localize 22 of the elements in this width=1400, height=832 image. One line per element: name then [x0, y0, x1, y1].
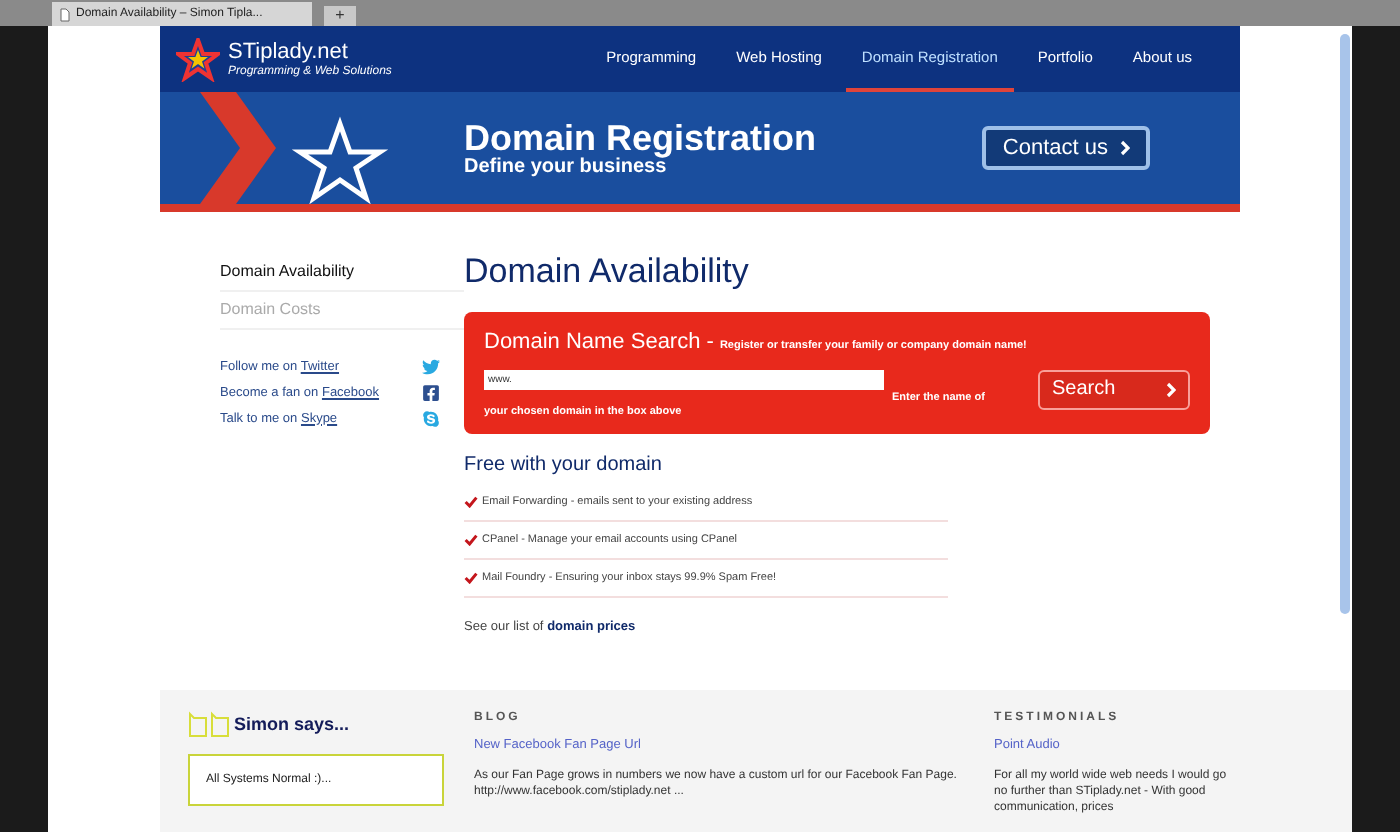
- star-logo-icon: [176, 37, 220, 81]
- facebook-icon: [422, 384, 440, 403]
- search-title: Domain Name Search -: [484, 328, 714, 358]
- chevron-right-icon: [1120, 140, 1130, 156]
- logo-text: STiplady.net: [228, 41, 350, 63]
- page-icon: [60, 7, 70, 21]
- speech-marks-icon: [188, 710, 232, 738]
- search-button[interactable]: Search: [1038, 369, 1190, 409]
- banner-title: Domain Registration: [464, 119, 817, 155]
- skype-icon: [422, 409, 440, 428]
- check-icon: [464, 533, 478, 546]
- twitter-icon: [422, 358, 440, 377]
- check-icon: [464, 572, 478, 585]
- sidebar-link[interactable]: Domain Availability: [220, 254, 464, 292]
- check-icon: [464, 495, 478, 508]
- banner-subtitle: Define your business: [464, 157, 667, 177]
- contact-us-button[interactable]: Contact us: [982, 126, 1150, 170]
- simon-says-title: Simon says...: [234, 711, 350, 738]
- new-tab-button[interactable]: +: [324, 6, 356, 26]
- chevron-right-icon: [1166, 381, 1176, 397]
- free-heading: Free with your domain: [464, 451, 664, 479]
- page-heading: Domain Availability: [464, 254, 751, 288]
